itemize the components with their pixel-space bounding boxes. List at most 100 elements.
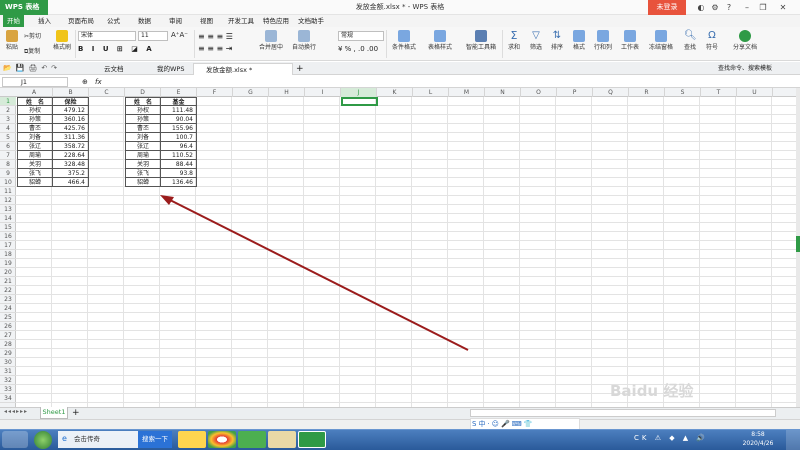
column-header-M[interactable]: M — [449, 88, 485, 97]
settings-icon[interactable]: ⚙ — [708, 0, 722, 15]
value-cell[interactable]: 360.16 — [53, 115, 89, 124]
tab-special[interactable]: 特色应用 — [259, 15, 293, 27]
row-header-5[interactable]: 5 — [0, 133, 16, 142]
value-cell[interactable]: 479.12 — [53, 106, 89, 115]
column-header-C[interactable]: C — [89, 88, 125, 97]
symbol-button[interactable]: Ω 符号 — [702, 30, 722, 51]
name-cell[interactable]: 貂蝉 — [17, 178, 53, 187]
name-cell[interactable]: 孙策 — [125, 115, 161, 124]
column-header-A[interactable]: A — [16, 88, 53, 97]
row-col-button[interactable]: 行和列 — [591, 30, 615, 51]
tab-formulas[interactable]: 公式 — [103, 15, 124, 27]
value-cell[interactable]: 保险 — [53, 97, 89, 106]
search-command-box[interactable]: 查找命令、搜索模板 — [718, 63, 800, 75]
column-header-S[interactable]: S — [665, 88, 701, 97]
new-tab-button[interactable]: + — [296, 63, 306, 75]
row-header-10[interactable]: 10 — [0, 178, 16, 187]
tab-active-file[interactable]: 发放金额.xlsx * — [193, 63, 293, 75]
column-header-L[interactable]: L — [413, 88, 449, 97]
row-header-16[interactable]: 16 — [0, 232, 16, 241]
row-header-31[interactable]: 31 — [0, 367, 16, 376]
format-painter-button[interactable]: 格式刷 — [52, 30, 72, 51]
name-cell[interactable]: 周瑜 — [17, 151, 53, 160]
table-style-button[interactable]: 表格样式 — [423, 30, 457, 51]
row-header-29[interactable]: 29 — [0, 349, 16, 358]
row-header-1[interactable]: 1 — [0, 97, 16, 106]
name-cell[interactable]: 孙策 — [17, 115, 53, 124]
value-cell[interactable]: 311.36 — [53, 133, 89, 142]
column-header-B[interactable]: B — [53, 88, 89, 97]
row-header-17[interactable]: 17 — [0, 241, 16, 250]
name-box[interactable]: J1 — [2, 77, 68, 87]
minimize-button[interactable]: – — [740, 0, 754, 15]
login-button[interactable]: 未登录 — [648, 0, 686, 15]
name-cell[interactable]: 姓 名 — [17, 97, 53, 106]
value-cell[interactable]: 466.4 — [53, 178, 89, 187]
row-header-33[interactable]: 33 — [0, 385, 16, 394]
name-cell[interactable]: 关羽 — [17, 160, 53, 169]
column-header-T[interactable]: T — [701, 88, 737, 97]
help-icon[interactable]: ? — [722, 0, 736, 15]
font-style-toolbar[interactable]: B I U ⊞ ◪ A — [78, 45, 188, 55]
copy-button[interactable]: ⧉复制 — [24, 46, 50, 56]
clock[interactable]: 8:58 2020/4/26 — [734, 430, 782, 449]
value-cell[interactable]: 375.2 — [53, 169, 89, 178]
value-cell[interactable]: 110.52 — [161, 151, 197, 160]
name-cell[interactable]: 张辽 — [17, 142, 53, 151]
taskbar-app-wps[interactable] — [298, 431, 326, 448]
zoom-icon[interactable]: ⊕ — [82, 76, 92, 88]
name-cell[interactable]: 姓 名 — [125, 97, 161, 106]
row-header-14[interactable]: 14 — [0, 214, 16, 223]
row-header-11[interactable]: 11 — [0, 187, 16, 196]
row-header-30[interactable]: 30 — [0, 358, 16, 367]
column-header-E[interactable]: E — [161, 88, 197, 97]
tab-insert[interactable]: 插入 — [34, 15, 55, 27]
tab-home[interactable]: 开始 — [3, 15, 24, 27]
row-header-23[interactable]: 23 — [0, 295, 16, 304]
name-cell[interactable]: 张飞 — [125, 169, 161, 178]
value-cell[interactable]: 90.04 — [161, 115, 197, 124]
column-header-J[interactable]: J — [341, 88, 377, 97]
column-header-Q[interactable]: Q — [593, 88, 629, 97]
chrome-icon[interactable] — [208, 431, 236, 448]
filter-button[interactable]: ▽ 筛选 — [526, 30, 546, 51]
value-cell[interactable]: 358.72 — [53, 142, 89, 151]
format-button[interactable]: 格式 — [569, 30, 589, 51]
font-name-select[interactable]: 宋体 — [78, 31, 136, 41]
taskbar-search-button[interactable]: 搜索一下 — [138, 431, 172, 448]
name-cell[interactable]: 孙权 — [125, 106, 161, 115]
name-cell[interactable]: 刘备 — [125, 133, 161, 142]
column-header-U[interactable]: U — [737, 88, 773, 97]
column-header-O[interactable]: O — [521, 88, 557, 97]
row-header-32[interactable]: 32 — [0, 376, 16, 385]
row-header-18[interactable]: 18 — [0, 250, 16, 259]
name-cell[interactable]: 曹丕 — [17, 124, 53, 133]
row-header-22[interactable]: 22 — [0, 286, 16, 295]
row-header-28[interactable]: 28 — [0, 340, 16, 349]
sheet-tab-sheet1[interactable]: Sheet1 — [40, 407, 68, 419]
value-cell[interactable]: 136.46 — [161, 178, 197, 187]
name-cell[interactable]: 关羽 — [125, 160, 161, 169]
value-cell[interactable]: 111.48 — [161, 106, 197, 115]
freeze-panes-button[interactable]: 冻结窗格 — [646, 30, 676, 51]
row-header-6[interactable]: 6 — [0, 142, 16, 151]
name-cell[interactable]: 周瑜 — [125, 151, 161, 160]
value-cell[interactable]: 100.7 — [161, 133, 197, 142]
tab-review[interactable]: 审阅 — [165, 15, 186, 27]
column-header-D[interactable]: D — [125, 88, 161, 97]
tab-my-wps[interactable]: 我的WPS — [145, 63, 191, 75]
restore-button[interactable]: ❐ — [756, 0, 770, 15]
conditional-format-button[interactable]: 条件格式 — [388, 30, 420, 51]
tab-cloud-docs[interactable]: 云文档 — [92, 63, 142, 75]
skin-icon[interactable]: ◐ — [694, 0, 708, 15]
tab-data[interactable]: 数据 — [134, 15, 155, 27]
column-header-I[interactable]: I — [305, 88, 341, 97]
row-header-20[interactable]: 20 — [0, 268, 16, 277]
row-header-12[interactable]: 12 — [0, 196, 16, 205]
number-format-toolbar[interactable]: ¥ % , .0 .00 — [338, 45, 388, 55]
quick-access-toolbar[interactable]: 📂💾🖨↶↷ — [3, 64, 83, 74]
scroll-thumb[interactable] — [796, 236, 800, 252]
tab-page-layout[interactable]: 页面布局 — [64, 15, 98, 27]
name-cell[interactable]: 貂蝉 — [125, 178, 161, 187]
sheet-nav-arrows[interactable]: ◂◂◂▸▸▸ — [4, 408, 38, 418]
